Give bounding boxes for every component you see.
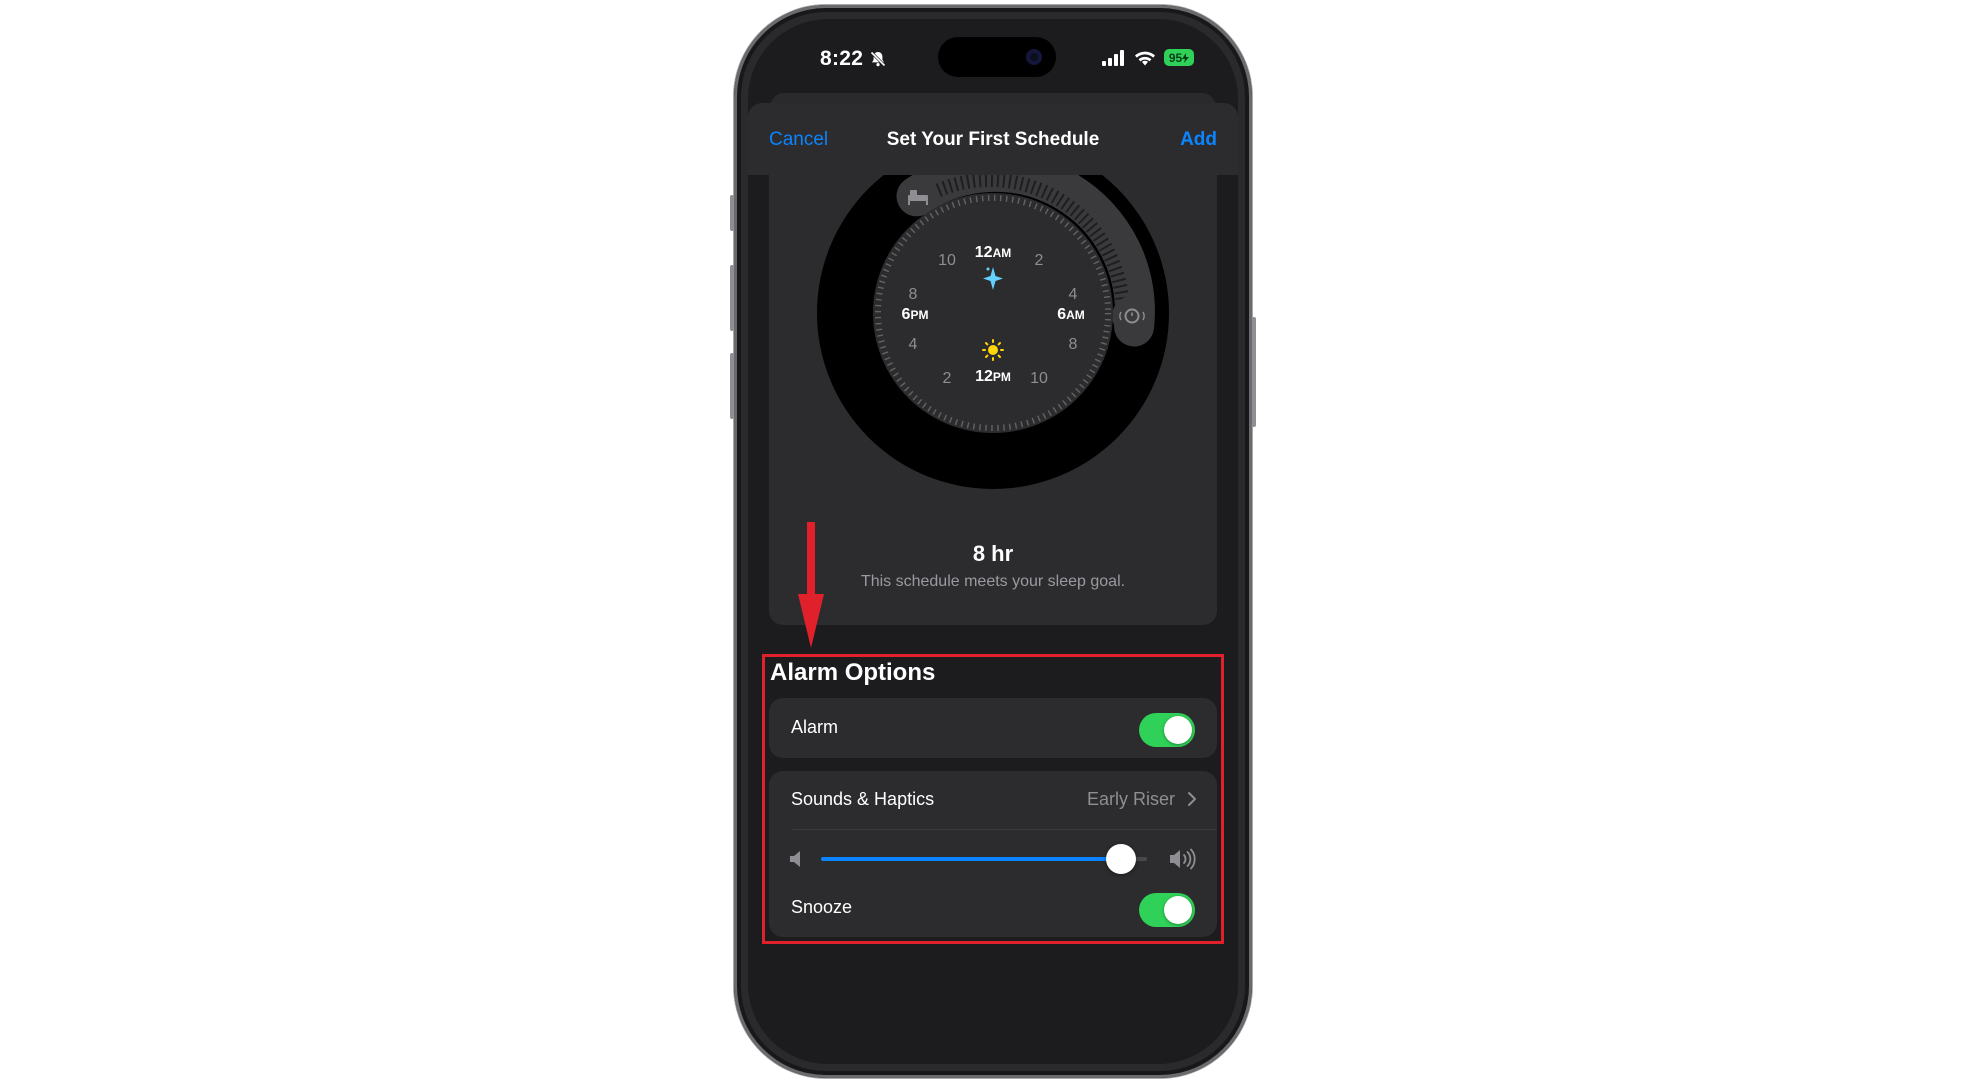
clock-label-10pm: 10 — [938, 252, 956, 269]
cellular-signal-icon — [1102, 49, 1124, 66]
clock-label-8am: 8 — [1069, 336, 1078, 353]
clock-label-2pm: 2 — [943, 370, 952, 387]
clock-label-12pm: 12PM — [975, 368, 1011, 385]
sleep-goal-message: This schedule meets your sleep goal. — [860, 573, 1126, 590]
sleep-clock-dial[interactable]: 12AM 6AM 12PM 6PM 2 4 8 10 2 4 8 10 — [769, 175, 1217, 535]
clock-label-2am: 2 — [1035, 252, 1044, 269]
battery-indicator: 95 — [1164, 49, 1194, 66]
side-button — [1252, 317, 1256, 427]
status-icons: 95 — [1102, 49, 1194, 66]
navigation-bar: Cancel Set Your First Schedule Add — [748, 103, 1238, 175]
sleep-schedule-card: 12AM 6AM 12PM 6PM 2 4 8 10 2 4 8 10 8 hr… — [769, 175, 1217, 625]
charging-bolt-icon — [1182, 52, 1190, 63]
add-button[interactable]: Add — [1180, 129, 1217, 151]
clock-label-8pm: 8 — [909, 286, 918, 303]
red-arrow-down-icon — [798, 522, 824, 648]
sun-icon — [982, 339, 1004, 361]
clock-label-12am: 12AM — [975, 244, 1011, 261]
clock-label-10am: 10 — [1030, 370, 1048, 387]
alarm-options-highlight — [762, 654, 1224, 944]
bell-slash-icon — [870, 51, 886, 67]
clock-label-4am: 4 — [1069, 286, 1078, 303]
dynamic-island — [938, 37, 1056, 77]
clock-label-6pm: 6PM — [902, 306, 929, 323]
status-time: 8:22 — [820, 47, 887, 71]
volume-down-button — [730, 353, 734, 419]
wifi-icon — [1135, 51, 1155, 65]
wake-time-handle[interactable] — [1112, 296, 1152, 336]
sleep-duration: 8 hr — [972, 541, 1014, 566]
clock-label-4pm: 4 — [909, 336, 918, 353]
volume-up-button — [730, 265, 734, 331]
page-title: Set Your First Schedule — [886, 129, 1100, 150]
clock-label-6am: 6AM — [1057, 306, 1085, 323]
mute-switch — [730, 195, 734, 231]
